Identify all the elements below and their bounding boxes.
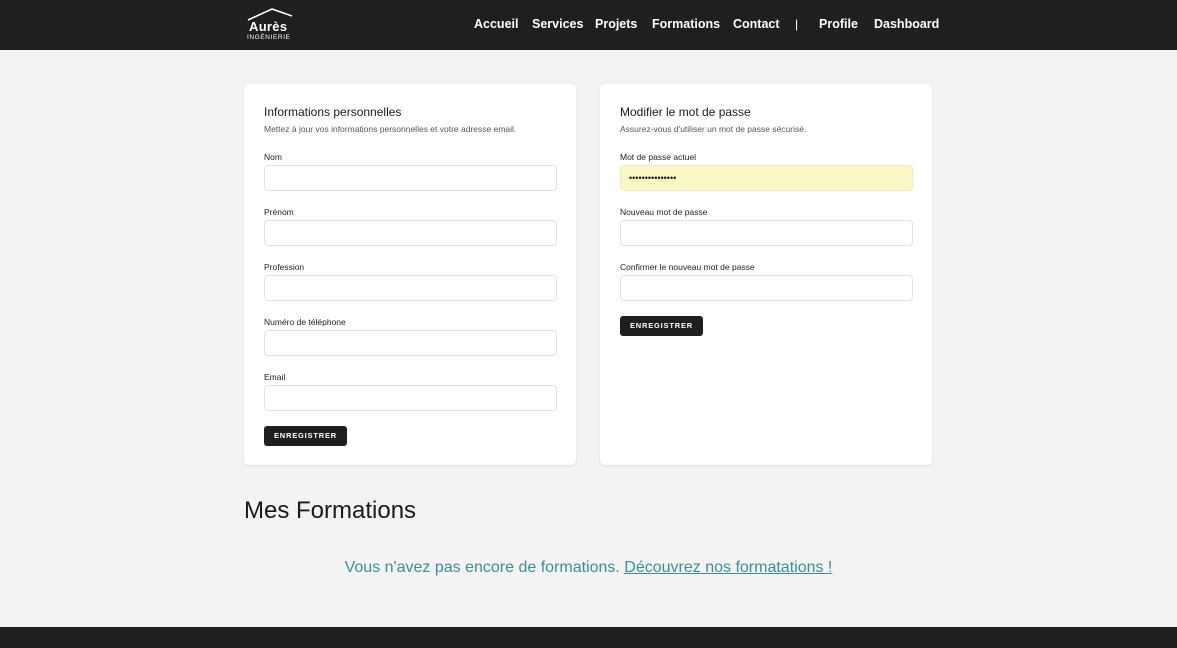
phone-label: Numéro de téléphone [264,317,346,327]
prenom-input[interactable] [264,220,557,246]
email-input[interactable] [264,385,557,411]
nav-separator: | [795,17,799,31]
password-card: Modifier le mot de passe Assurez-vous d'… [600,84,932,465]
brand-subtitle: INGÉNIERIE [247,34,291,41]
nav-dashboard[interactable]: Dashboard [874,17,939,31]
top-navbar: Aurès INGÉNIERIE Accueil Services Projet… [0,0,1177,50]
new-password-input[interactable] [620,220,913,246]
profession-label: Profession [264,262,305,272]
profession-input[interactable] [264,275,557,301]
save-password-button[interactable]: ENREGISTRER [620,316,703,336]
confirm-password-label: Confirmer le nouveau mot de passe [620,262,755,272]
nav-projets[interactable]: Projets [595,17,637,31]
email-label: Email [264,372,286,382]
discover-formations-link[interactable]: Découvrez nos formatations ! [624,559,832,576]
nom-input[interactable] [264,165,557,191]
save-personal-button[interactable]: ENREGISTRER [264,426,347,446]
phone-input[interactable] [264,330,557,356]
confirm-password-input[interactable] [620,275,913,301]
prenom-label: Prénom [264,207,294,217]
nav-accueil[interactable]: Accueil [474,17,518,31]
personal-info-card: Informations personnelles Mettez à jour … [244,84,576,465]
nav-profile[interactable]: Profile [819,17,858,31]
nav-formations[interactable]: Formations [652,17,720,31]
nav-services[interactable]: Services [532,17,583,31]
password-title: Modifier le mot de passe [620,105,751,119]
formations-heading: Mes Formations [244,497,417,524]
nav-contact[interactable]: Contact [733,17,780,31]
current-password-input[interactable] [620,165,913,191]
password-description: Assurez-vous d'utiliser un mot de passe … [620,124,807,134]
brand-logo[interactable]: Aurès INGÉNIERIE [246,7,296,43]
formations-empty-message: Vous n'avez pas encore de formations. Dé… [0,559,1177,577]
new-password-label: Nouveau mot de passe [620,207,708,217]
formations-empty-text: Vous n'avez pas encore de formations. [344,559,620,576]
nom-label: Nom [264,152,282,162]
footer [0,627,1177,648]
personal-info-description: Mettez à jour vos informations personnel… [264,124,517,134]
current-password-label: Mot de passe actuel [620,152,697,162]
brand-name: Aurès [249,19,288,34]
personal-info-title: Informations personnelles [264,105,402,119]
